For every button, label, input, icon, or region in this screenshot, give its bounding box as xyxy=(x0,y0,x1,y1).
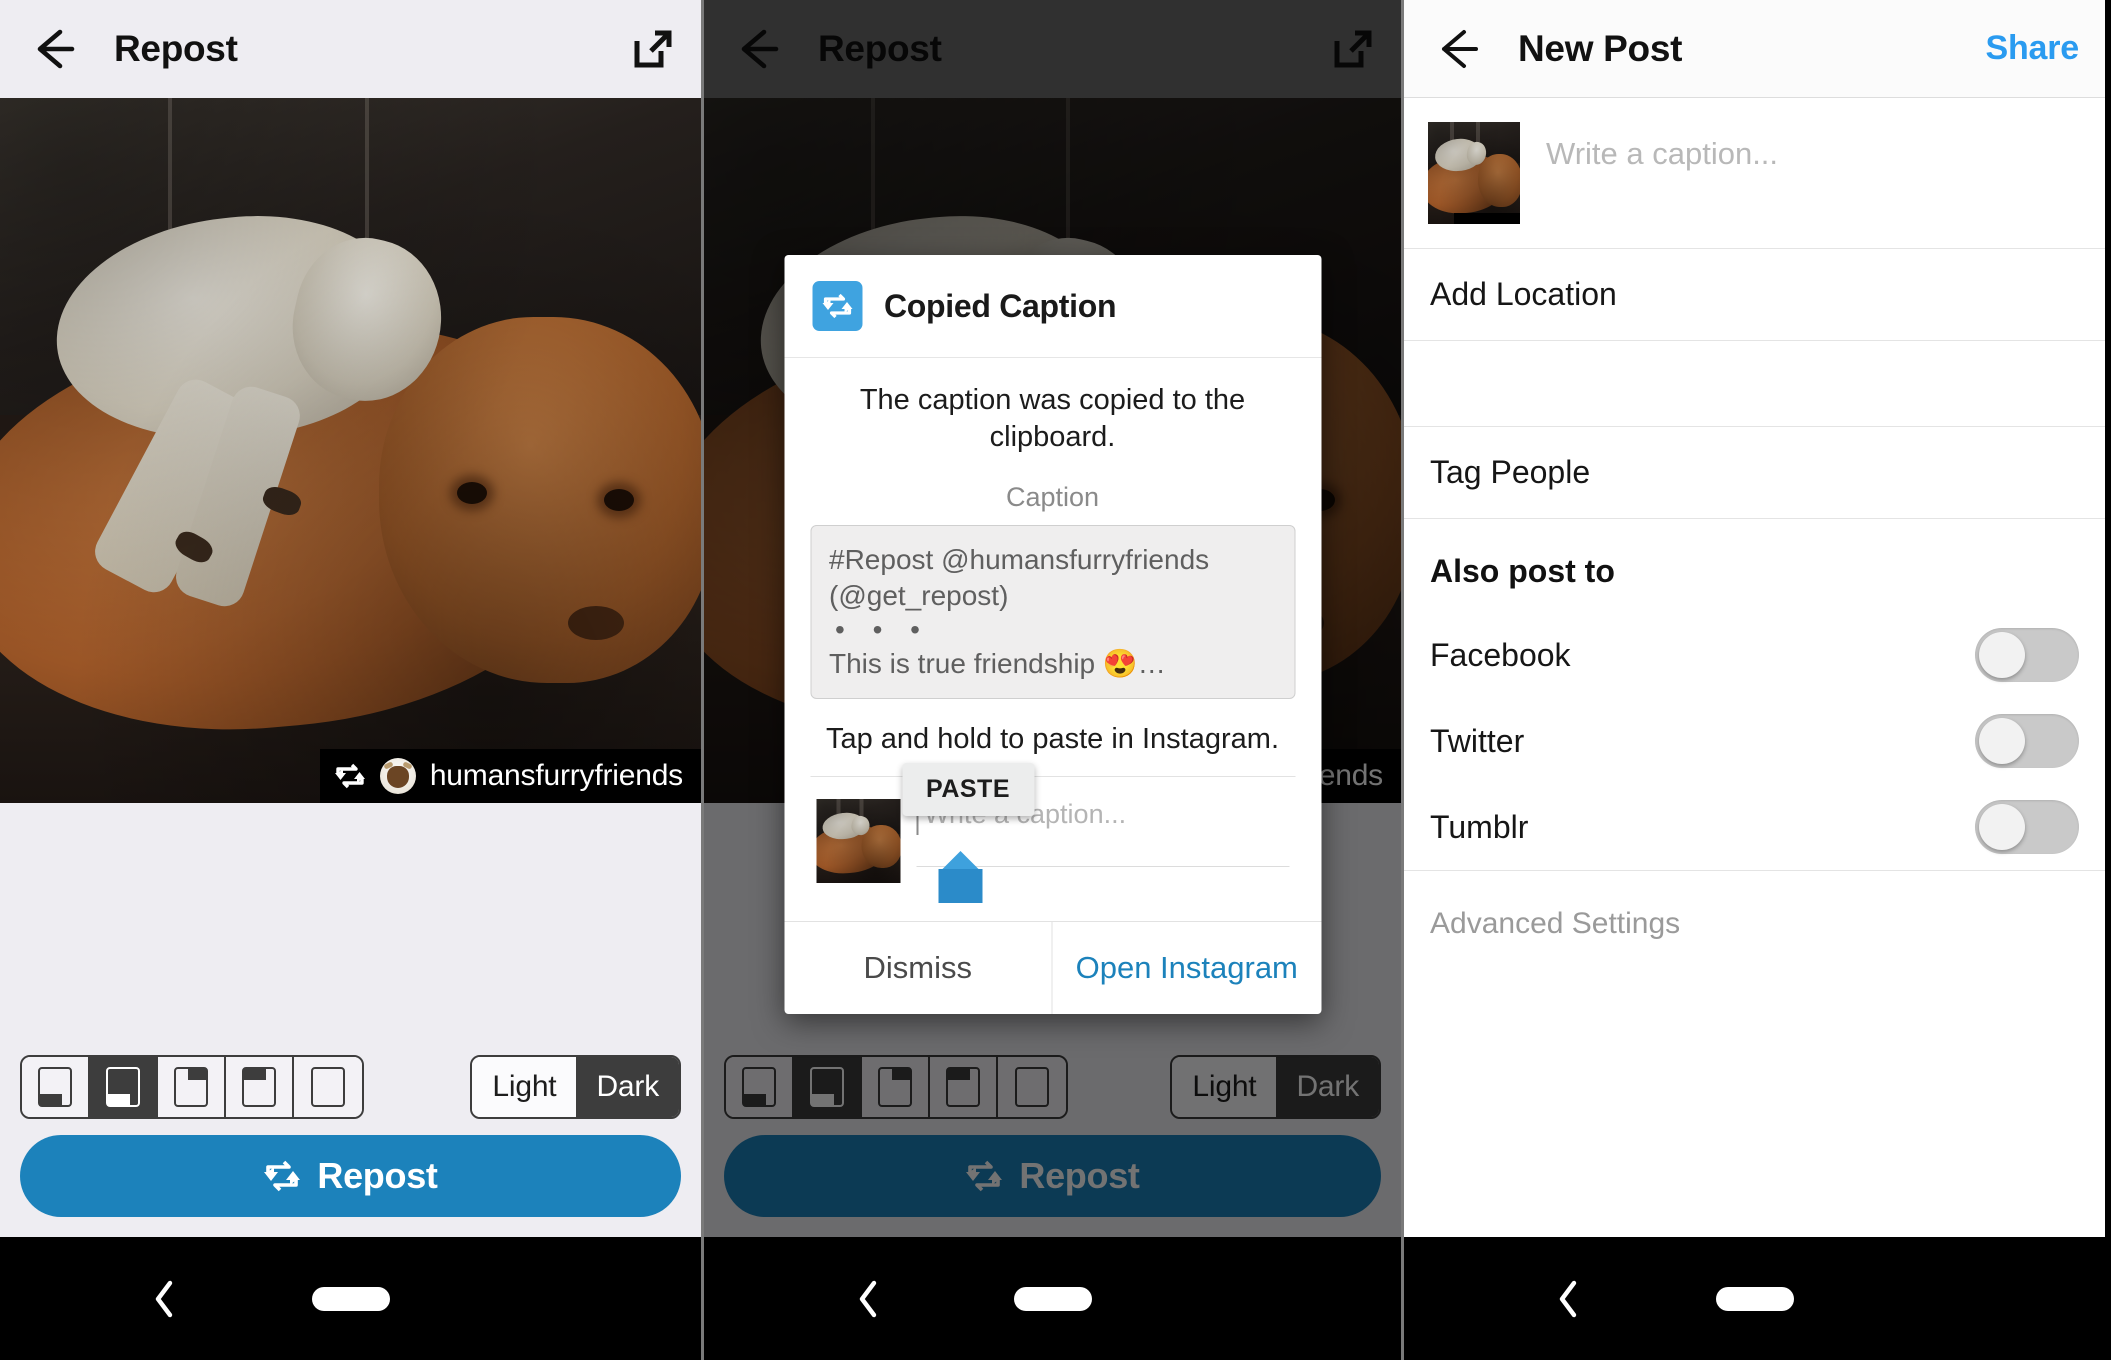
repost-watermark-badge: humansfurryfriends xyxy=(319,749,701,803)
dismiss-button[interactable]: Dismiss xyxy=(784,921,1053,1014)
caption-line-1: #Repost @humansfurryfriends xyxy=(829,544,1210,576)
repost-button-label: Repost xyxy=(317,1155,438,1196)
dialog-title: Copied Caption xyxy=(884,287,1117,324)
new-post-form: Write a caption... Add Location Tag Peop… xyxy=(1404,98,2105,977)
repost-icon xyxy=(334,762,366,790)
tumblr-toggle-row[interactable]: Tumblr xyxy=(1404,784,2105,870)
appbar-repost: Repost xyxy=(0,0,701,98)
paste-demo-illustration: Write a caption... PASTE xyxy=(810,762,1295,911)
open-external-icon[interactable] xyxy=(631,27,675,71)
watermark-username: humansfurryfriends xyxy=(429,759,683,792)
position-top-right[interactable] xyxy=(158,1057,226,1117)
back-arrow-icon[interactable] xyxy=(26,22,80,76)
tumblr-label: Tumblr xyxy=(1430,808,1529,845)
text-selection-handle-icon[interactable] xyxy=(938,850,982,903)
tumblr-toggle[interactable] xyxy=(1975,800,2079,854)
repost-button[interactable]: Repost xyxy=(20,1135,681,1217)
advanced-settings-row[interactable]: Advanced Settings xyxy=(1404,870,2105,977)
paste-demo-row: Write a caption... xyxy=(810,798,1295,883)
paste-tooltip[interactable]: PASTE xyxy=(902,762,1034,816)
dialog-header: Copied Caption xyxy=(784,255,1321,358)
android-navigation-bar xyxy=(1404,1237,2105,1360)
repost-app-icon xyxy=(812,281,862,331)
dialog-tap-hint: Tap and hold to paste in Instagram. xyxy=(825,722,1279,755)
appbar-new-post: New Post Share xyxy=(1404,0,2105,98)
caption-row[interactable]: Write a caption... xyxy=(1404,98,2105,249)
post-thumbnail[interactable] xyxy=(1428,122,1520,224)
nav-home-pill[interactable] xyxy=(311,1286,390,1311)
facebook-toggle-row[interactable]: Facebook xyxy=(1404,612,2105,698)
repost-photo-preview[interactable]: humansfurryfriends xyxy=(0,98,701,803)
also-post-to-title: Also post to xyxy=(1430,553,1615,589)
open-instagram-button[interactable]: Open Instagram xyxy=(1053,922,1322,1014)
repost-bottom-toolbar: Light Dark Repost xyxy=(0,1041,701,1237)
theme-light-button[interactable]: Light xyxy=(472,1057,577,1117)
android-navigation-bar xyxy=(704,1237,1401,1360)
dialog-body: The caption was copied to the clipboard.… xyxy=(784,358,1321,921)
demo-post-thumbnail xyxy=(816,798,900,883)
theme-dark-button[interactable]: Dark xyxy=(576,1057,679,1117)
twitter-label: Twitter xyxy=(1430,722,1525,759)
repost-icon xyxy=(263,1159,301,1193)
user-avatar-icon xyxy=(379,758,416,794)
watermark-position-selector[interactable] xyxy=(20,1055,364,1119)
position-bottom-left-light[interactable] xyxy=(90,1057,158,1117)
nav-back-icon[interactable] xyxy=(150,1277,178,1321)
nav-home-pill[interactable] xyxy=(1715,1286,1794,1311)
caption-preview-box[interactable]: #Repost @humansfurryfriends (@get_repost… xyxy=(810,525,1295,699)
thumbnail-watermark xyxy=(1453,213,1520,224)
screenshot-root: Repost humansfurryfriends Light Dark Rep… xyxy=(0,0,2111,1360)
caption-section-label: Caption xyxy=(1005,482,1100,513)
panel-new-post: New Post Share Write a caption... Add Lo… xyxy=(1404,0,2105,1360)
page-title: Repost xyxy=(114,28,238,69)
twitter-toggle-row[interactable]: Twitter xyxy=(1404,698,2105,784)
dialog-message: The caption was copied to the clipboard. xyxy=(859,384,1246,454)
share-button[interactable]: Share xyxy=(1986,29,2080,68)
caption-line-3: This is true friendship 😍… xyxy=(829,647,1166,679)
theme-selector[interactable]: Light Dark xyxy=(470,1055,681,1119)
caption-input[interactable]: Write a caption... xyxy=(1546,122,1778,172)
tag-people-row[interactable]: Tag People xyxy=(1404,427,2105,519)
panel-copied-caption-dialog: Repost xyxy=(704,0,1404,1360)
add-location-row[interactable]: Add Location xyxy=(1404,249,2105,341)
nav-back-icon[interactable] xyxy=(854,1277,882,1321)
caption-ellipsis-dots: • • • xyxy=(835,613,930,645)
page-title: New Post xyxy=(1518,27,1683,69)
location-suggestions-row[interactable] xyxy=(1404,341,2105,427)
facebook-toggle[interactable] xyxy=(1975,628,2079,682)
position-top-left[interactable] xyxy=(226,1057,294,1117)
copied-caption-dialog: Copied Caption The caption was copied to… xyxy=(784,255,1321,1014)
toolbar-options-row: Light Dark xyxy=(20,1055,681,1119)
facebook-label: Facebook xyxy=(1430,636,1571,673)
position-none[interactable] xyxy=(294,1057,362,1117)
android-navigation-bar xyxy=(0,1237,701,1360)
position-bottom-left-dark[interactable] xyxy=(22,1057,90,1117)
panel-repost-editor: Repost humansfurryfriends Light Dark Rep… xyxy=(0,0,704,1360)
photo-artwork xyxy=(0,98,701,803)
dialog-actions: Dismiss Open Instagram xyxy=(784,920,1322,1014)
twitter-toggle[interactable] xyxy=(1975,714,2079,768)
paste-tooltip-label: PASTE xyxy=(926,774,1010,803)
back-arrow-icon[interactable] xyxy=(1430,22,1484,76)
caption-line-2: (@get_repost) xyxy=(829,580,1009,612)
nav-back-icon[interactable] xyxy=(1554,1277,1582,1321)
nav-home-pill[interactable] xyxy=(1013,1286,1092,1311)
